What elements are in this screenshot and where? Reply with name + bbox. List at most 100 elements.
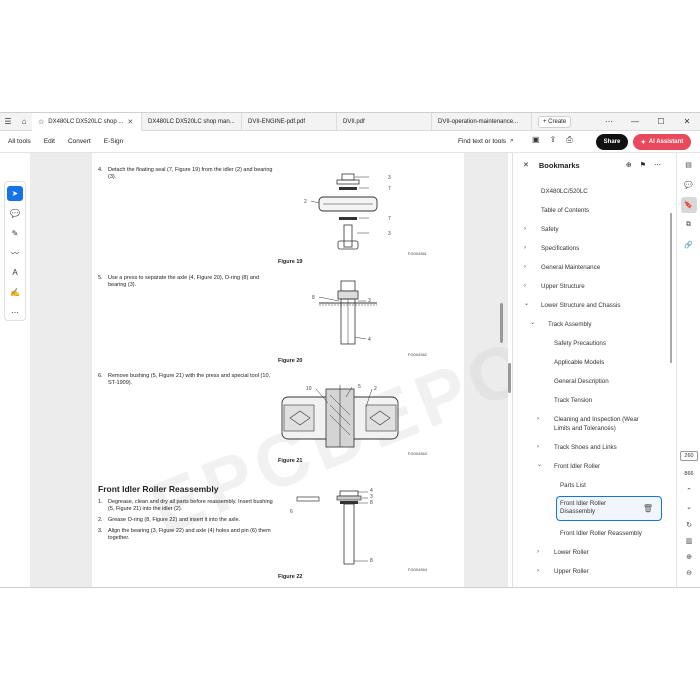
figure-code: FG004362	[408, 352, 427, 357]
find-box[interactable]: Find text or tools ⌕	[458, 137, 514, 145]
zoom-in-icon[interactable]: ⊕	[681, 553, 697, 561]
bookmark-item[interactable]: Parts List	[560, 482, 586, 489]
chevron-up-icon[interactable]: ⌃	[681, 487, 697, 495]
menu-icon[interactable]: ☰	[0, 113, 16, 131]
chevron-down-icon[interactable]: ⌄	[537, 461, 542, 468]
attachment-icon[interactable]: 🔗	[681, 237, 697, 253]
menu-all-tools[interactable]: All tools	[8, 138, 31, 145]
trash-icon[interactable]: 🗑	[643, 504, 653, 513]
add-bookmark-icon[interactable]: ⊕	[626, 161, 632, 169]
minimize-icon[interactable]: —	[622, 117, 648, 126]
sign-icon[interactable]: ✍	[7, 285, 23, 300]
chevron-right-icon[interactable]: ›	[524, 264, 526, 270]
bookmark-item[interactable]: General Description	[554, 378, 609, 385]
upload-icon[interactable]: ⇪	[550, 135, 557, 145]
bookmark-item[interactable]: Front Idler Roller	[554, 463, 600, 470]
chevron-right-icon[interactable]: ›	[524, 283, 526, 289]
bookmark-item[interactable]: Upper Structure	[541, 283, 585, 290]
panel-divider-scrollbar[interactable]	[508, 363, 511, 393]
section-title: Front Idler Roller Reassembly	[98, 484, 219, 494]
print-icon[interactable]: ⎙	[566, 135, 572, 145]
bookmark-item[interactable]: Track Tension	[554, 397, 592, 404]
chevron-down-icon[interactable]: ⌄	[681, 503, 697, 511]
chevron-right-icon[interactable]: ›	[537, 444, 539, 450]
create-button[interactable]: + Create	[538, 115, 572, 128]
chevron-down-icon[interactable]: ⌄	[524, 300, 529, 307]
zoom-out-icon[interactable]: ⊖	[681, 569, 697, 577]
bookmark-item[interactable]: Front Idler Roller Reassembly	[560, 530, 642, 537]
figure-label: 10	[306, 386, 312, 392]
comments-icon[interactable]: ▤	[681, 157, 697, 173]
tab-label: DVII-ENGINE-pdf.pdf	[248, 118, 306, 125]
bookmark-item[interactable]: Applicable Models	[554, 359, 604, 366]
bookmark-item-line2[interactable]: Limits and Tolerances)	[554, 425, 616, 432]
bookmark-icon[interactable]: ⚑	[640, 161, 646, 169]
select-cursor-icon[interactable]: ➤	[7, 186, 23, 201]
star-icon[interactable]: ☆	[38, 118, 44, 126]
bookmark-item[interactable]: Cleaning and Inspection (Wear	[554, 416, 639, 423]
figure-22-diagram	[296, 490, 368, 565]
tab-1[interactable]: ☆ DX480LC DX520LC shop ... ✕	[32, 113, 142, 131]
bookmark-item[interactable]: Specifications	[541, 245, 579, 252]
draw-freehand-icon[interactable]: 〰	[7, 246, 23, 261]
close-icon[interactable]: ✕	[523, 161, 529, 169]
bookmark-item[interactable]: DX480LC/520LC	[541, 188, 588, 195]
tab-4[interactable]: DVII.pdf	[337, 113, 432, 131]
chevron-right-icon[interactable]: ›	[524, 245, 526, 251]
step-number: 3.	[98, 528, 103, 534]
menu-esign[interactable]: E-Sign	[104, 138, 124, 145]
chevron-right-icon[interactable]: ›	[537, 568, 539, 574]
more-tools-icon[interactable]: ⋯	[7, 305, 23, 320]
bookmark-item[interactable]: Track Shoes and Links	[554, 444, 617, 451]
step-text: Degrease, clean and dry all parts before…	[108, 499, 273, 512]
ai-assistant-button[interactable]: ✦ AI Assistant	[633, 134, 691, 150]
bookmark-item[interactable]: Safety	[541, 226, 559, 233]
step-text: Use a press to separate the axle (4, Fig…	[108, 275, 260, 288]
document-viewer[interactable]: EPCDEPO.COM 4. Detach the floating seal …	[30, 153, 508, 587]
save-icon[interactable]: ▣	[532, 135, 540, 145]
refresh-icon[interactable]: ↻	[681, 521, 697, 529]
close-window-icon[interactable]: ✕	[674, 117, 700, 126]
bookmark-item[interactable]: Lower Roller	[554, 549, 589, 556]
text-box-icon[interactable]: A	[7, 265, 23, 280]
chevron-right-icon[interactable]: ›	[537, 416, 539, 422]
chat-icon[interactable]: 💬	[681, 177, 697, 193]
tab-2[interactable]: DX480LC DX520LC shop man...	[142, 113, 242, 131]
home-icon[interactable]: ⌂	[16, 113, 32, 131]
chevron-down-icon[interactable]: ⌄	[530, 319, 535, 326]
figure-label: 8	[370, 558, 373, 564]
app-window: ☰ ⌂ ☆ DX480LC DX520LC shop ... ✕ DX480LC…	[0, 112, 700, 588]
sparkle-icon: ✦	[640, 139, 646, 146]
more-icon[interactable]: ⋯	[596, 117, 622, 126]
current-page-number[interactable]: 260	[680, 451, 698, 461]
share-button[interactable]: Share	[596, 134, 628, 150]
add-comment-icon[interactable]: 💬	[7, 206, 23, 221]
bookmarks-scrollbar[interactable]	[670, 213, 672, 363]
bookmark-item[interactable]: Upper Roller	[554, 568, 589, 575]
figure-code: FG004361	[408, 251, 427, 256]
menu-edit[interactable]: Edit	[44, 138, 55, 145]
bookmark-item[interactable]: Lower Structure and Chassis	[541, 302, 620, 309]
highlight-pen-icon[interactable]: ✎	[7, 226, 23, 241]
tab-5[interactable]: DVII-operation-maintenance...	[432, 113, 532, 131]
bookmark-item[interactable]: Track Assembly	[548, 321, 591, 328]
more-icon[interactable]: ⋯	[654, 161, 661, 169]
bookmark-item-selected[interactable]: Front Idler Roller Disassembly 🗑	[556, 496, 662, 521]
close-icon[interactable]: ✕	[127, 118, 133, 126]
figure-label: 3	[388, 175, 391, 181]
bookmarks-panel: ✕ Bookmarks ⊕ ⚑ ⋯ DX480LC/520LC Table of…	[512, 153, 674, 587]
pages-icon[interactable]: ⧉	[681, 217, 697, 233]
tab-3[interactable]: DVII-ENGINE-pdf.pdf	[242, 113, 337, 131]
menu-convert[interactable]: Convert	[68, 138, 91, 145]
maximize-icon[interactable]: ☐	[648, 117, 674, 126]
chevron-right-icon[interactable]: ›	[537, 549, 539, 555]
bookmark-item[interactable]: Table of Contents	[541, 207, 589, 214]
page-icon[interactable]: ▥	[681, 537, 697, 545]
chevron-right-icon[interactable]: ›	[524, 226, 526, 232]
bookmark-item[interactable]: General Maintenance	[541, 264, 600, 271]
document-scrollbar[interactable]	[500, 303, 503, 343]
bookmark-item[interactable]: Safety Precautions	[554, 340, 606, 347]
bookmarks-panel-icon[interactable]: 🔖	[680, 197, 697, 213]
figure-label: 3	[368, 298, 371, 304]
figure-label: 7	[388, 186, 391, 192]
